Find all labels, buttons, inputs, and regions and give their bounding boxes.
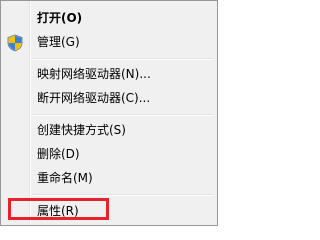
menu-item-map-network-drive[interactable]: 映射网络驱动器(N)... — [31, 63, 211, 85]
menu-item-map-network-drive-label: 映射网络驱动器(N)... — [37, 67, 151, 81]
context-menu: 打开(O) 管理(G) 映射网络驱动器(N)... 断开网络驱动器(C)... … — [0, 0, 218, 226]
menu-item-open-label: 打开(O) — [37, 11, 83, 25]
uac-shield-icon — [7, 34, 23, 52]
menu-item-delete-label: 删除(D) — [37, 147, 80, 161]
menu-item-manage[interactable]: 管理(G) — [31, 31, 211, 53]
menu-item-create-shortcut-label: 创建快捷方式(S) — [37, 123, 126, 137]
properties-highlight-box — [8, 198, 109, 220]
menu-separator — [33, 114, 213, 116]
menu-item-delete[interactable]: 删除(D) — [31, 143, 211, 165]
menu-item-disconnect-network-drive[interactable]: 断开网络驱动器(C)... — [31, 87, 211, 109]
menu-separator — [33, 194, 213, 196]
menu-separator — [33, 58, 213, 60]
menu-item-disconnect-network-drive-label: 断开网络驱动器(C)... — [37, 91, 151, 105]
menu-item-open[interactable]: 打开(O) — [31, 7, 211, 29]
menu-item-rename-label: 重命名(M) — [37, 171, 93, 185]
menu-item-manage-label: 管理(G) — [37, 35, 80, 49]
menu-item-rename[interactable]: 重命名(M) — [31, 167, 211, 189]
menu-item-create-shortcut[interactable]: 创建快捷方式(S) — [31, 119, 211, 141]
